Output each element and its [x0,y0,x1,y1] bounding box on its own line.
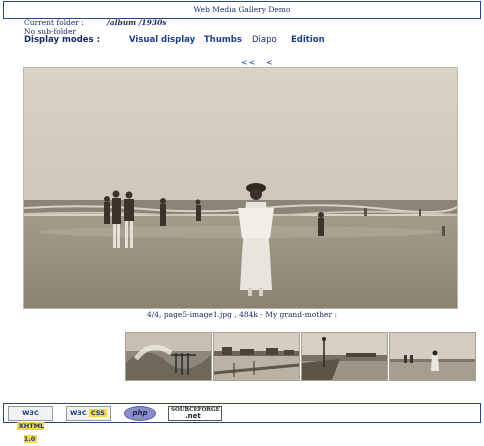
php-badge-text: php [132,409,148,417]
current-folder-label: Current folder : [24,18,84,27]
first-photo-link[interactable]: << [241,58,256,67]
beach-boardwalk-thumbnail [214,333,299,380]
mode-edition-link[interactable]: Edition [291,35,325,45]
display-modes-label: Display modes : [24,35,100,45]
thumbnail-4[interactable] [389,332,476,381]
previous-photo-link[interactable]: < [266,58,274,67]
mode-thumbs-link[interactable]: Thumbs [204,35,242,45]
sourceforge-badge-big-text: .net [185,412,201,420]
w3c-xhtml-badge[interactable]: W3C XHTML 1.0 [8,406,53,443]
beach-photo-image [24,68,457,308]
w3c-css-badge-text: CSS [88,409,107,417]
php-badge[interactable]: php [124,406,156,421]
pier-lamppost-thumbnail [302,333,387,380]
thumbnail-1[interactable] [125,332,212,381]
current-folder-path[interactable]: /album /1930s [107,18,167,27]
w3c-css-badge-w3c: W3C [70,409,87,417]
w3c-xhtml-badge-text: XHTML 1.0 [16,422,45,443]
beach-walker-thumbnail [390,333,475,380]
page-title: Web Media Gallery Demo [193,5,291,14]
sourceforge-badge[interactable]: SOURCEFORGE .net [168,406,222,421]
thumbnail-2[interactable] [213,332,300,381]
mode-diapo-link[interactable]: Diapo [252,35,277,45]
validation-badges-footer: W3C XHTML 1.0 W3C CSS php SOURCEFORGE .n… [3,403,481,443]
w3c-css-badge[interactable]: W3C CSS [66,406,111,421]
mode-visual-display-link[interactable]: Visual display [129,35,195,45]
main-photo[interactable] [23,67,458,309]
waves-pier-thumbnail [126,333,211,380]
thumbnail-3[interactable] [301,332,388,381]
photo-caption: 4/4, page5-image1.jpg , 484k - My grand-… [146,310,337,319]
page-title-bar: Web Media Gallery Demo [3,1,481,19]
w3c-xhtml-badge-w3c: W3C [22,409,39,417]
photo-pager: << < [241,58,280,67]
